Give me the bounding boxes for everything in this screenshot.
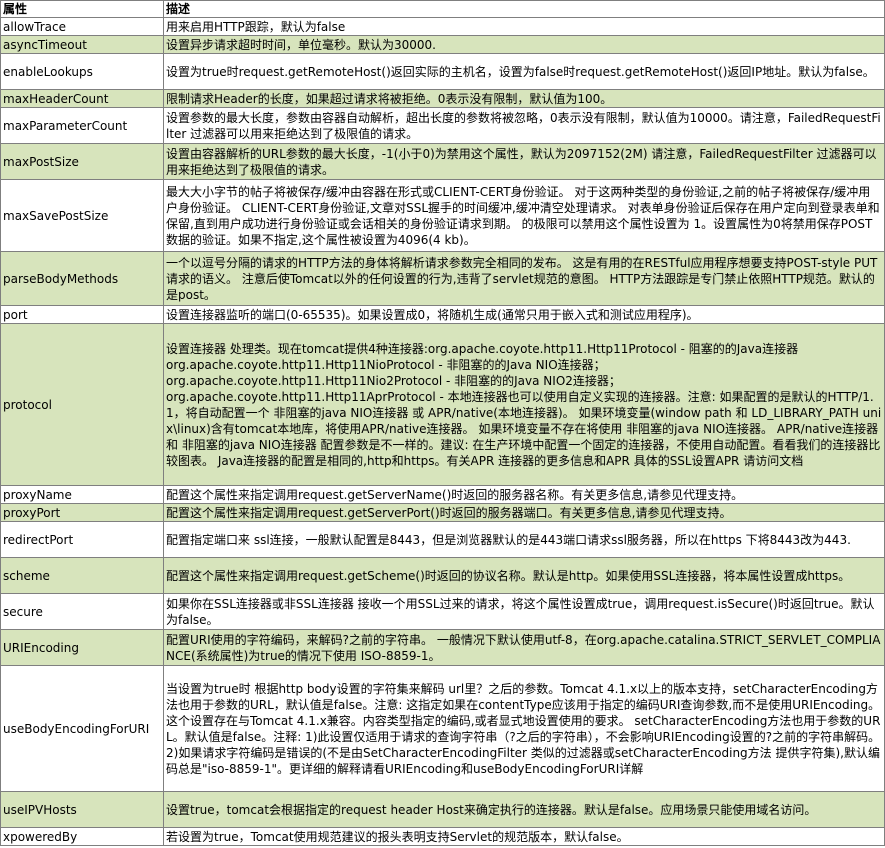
table-row: maxHeaderCount 限制请求Header的长度，如果超过请求将被拒绝。…: [0, 89, 885, 108]
table-row: proxyPort 配置这个属性来指定调用request.getServerPo…: [0, 503, 885, 522]
property-name: protocol: [0, 323, 164, 486]
table-row: allowTrace 用来启用HTTP跟踪，默认为false: [0, 17, 885, 36]
table-row: parseBodyMethods 一个以逗号分隔的请求的HTTP方法的身体将解析…: [0, 251, 885, 306]
table-row: enableLookups 设置为true时request.getRemoteH…: [0, 53, 885, 90]
property-name: parseBodyMethods: [0, 251, 164, 306]
table-row: maxPostSize 设置由容器解析的URL参数的最大长度，-1(小于0)为禁…: [0, 143, 885, 180]
table-row: protocol 设置连接器 处理类。现在tomcat提供4种连接器:org.a…: [0, 323, 885, 486]
property-description: 配置这个属性来指定调用request.getServerPort()时返回的服务…: [163, 503, 885, 522]
property-description: 设置由容器解析的URL参数的最大长度，-1(小于0)为禁用这个属性，默认为209…: [163, 143, 885, 180]
table-row: scheme 配置这个属性来指定调用request.getScheme()时返回…: [0, 557, 885, 594]
property-name: redirectPort: [0, 521, 164, 558]
property-description: 最大大小字节的帖子将被保存/缓冲由容器在形式或CLIENT-CERT身份验证。 …: [163, 179, 885, 252]
property-name: maxHeaderCount: [0, 89, 164, 108]
table-row: secure 如果你在SSL连接器或非SSL连接器 接收一个用SSL过来的请求，…: [0, 593, 885, 630]
table-row: redirectPort 配置指定端口来 ssl连接，一般默认配置是8443，但…: [0, 521, 885, 558]
table-header-row: 属性 描述: [0, 0, 885, 18]
property-description: 当设置为true时 根据http body设置的字符集来解码 url里？之后的参…: [163, 665, 885, 792]
property-name: maxSavePostSize: [0, 179, 164, 252]
property-name: URIEncoding: [0, 629, 164, 666]
property-description: 设置为true时request.getRemoteHost()返回实际的主机名，…: [163, 53, 885, 90]
property-name: allowTrace: [0, 17, 164, 36]
property-name: enableLookups: [0, 53, 164, 90]
property-description: 设置连接器监听的端口(0-65535)。如果设置成0，将随机生成(通常只用于嵌入…: [163, 305, 885, 324]
property-description: 限制请求Header的长度，如果超过请求将被拒绝。0表示没有限制，默认值为100…: [163, 89, 885, 108]
property-name: asyncTimeout: [0, 35, 164, 54]
property-name: useBodyEncodingForURI: [0, 665, 164, 792]
property-name: xpoweredBy: [0, 827, 164, 846]
property-name: maxParameterCount: [0, 107, 164, 144]
table-row: useIPVHosts 设置true，tomcat会根据指定的request h…: [0, 791, 885, 828]
property-description: 设置true，tomcat会根据指定的request header Host来确…: [163, 791, 885, 828]
property-name: maxPostSize: [0, 143, 164, 180]
table-row: useBodyEncodingForURI 当设置为true时 根据http b…: [0, 665, 885, 792]
property-description: 一个以逗号分隔的请求的HTTP方法的身体将解析请求参数完全相同的发布。 这是有用…: [163, 251, 885, 306]
property-name: proxyName: [0, 485, 164, 504]
property-description: 配置这个属性来指定调用request.getScheme()时返回的协议名称。默…: [163, 557, 885, 594]
header-property: 属性: [0, 0, 164, 18]
property-description: 设置连接器 处理类。现在tomcat提供4种连接器:org.apache.coy…: [163, 323, 885, 486]
property-name: proxyPort: [0, 503, 164, 522]
property-description: 设置参数的最大长度，参数由容器自动解析，超出长度的参数将被忽略，0表示没有限制，…: [163, 107, 885, 144]
property-description: 配置URI使用的字符编码，来解码?之前的字符串。 一般情况下默认使用utf-8，…: [163, 629, 885, 666]
table-row: maxSavePostSize 最大大小字节的帖子将被保存/缓冲由容器在形式或C…: [0, 179, 885, 252]
attribute-table: 属性 描述 allowTrace 用来启用HTTP跟踪，默认为false asy…: [0, 0, 885, 846]
property-description: 设置异步请求超时时间，单位毫秒。默认为30000.: [163, 35, 885, 54]
table-row: port 设置连接器监听的端口(0-65535)。如果设置成0，将随机生成(通常…: [0, 305, 885, 324]
property-description: 若设置为true，Tomcat使用规范建议的报头表明支持Servlet的规范版本…: [163, 827, 885, 846]
table-row: xpoweredBy 若设置为true，Tomcat使用规范建议的报头表明支持S…: [0, 827, 885, 846]
property-description: 配置指定端口来 ssl连接，一般默认配置是8443，但是浏览器默认的是443端口…: [163, 521, 885, 558]
property-name: port: [0, 305, 164, 324]
property-name: secure: [0, 593, 164, 630]
property-name: scheme: [0, 557, 164, 594]
property-description: 如果你在SSL连接器或非SSL连接器 接收一个用SSL过来的请求，将这个属性设置…: [163, 593, 885, 630]
table-row: asyncTimeout 设置异步请求超时时间，单位毫秒。默认为30000.: [0, 35, 885, 54]
table-row: maxParameterCount 设置参数的最大长度，参数由容器自动解析，超出…: [0, 107, 885, 144]
table-row: URIEncoding 配置URI使用的字符编码，来解码?之前的字符串。 一般情…: [0, 629, 885, 666]
table-row: proxyName 配置这个属性来指定调用request.getServerNa…: [0, 485, 885, 504]
header-description: 描述: [163, 0, 885, 18]
property-name: useIPVHosts: [0, 791, 164, 828]
property-description: 用来启用HTTP跟踪，默认为false: [163, 17, 885, 36]
property-description: 配置这个属性来指定调用request.getServerName()时返回的服务…: [163, 485, 885, 504]
